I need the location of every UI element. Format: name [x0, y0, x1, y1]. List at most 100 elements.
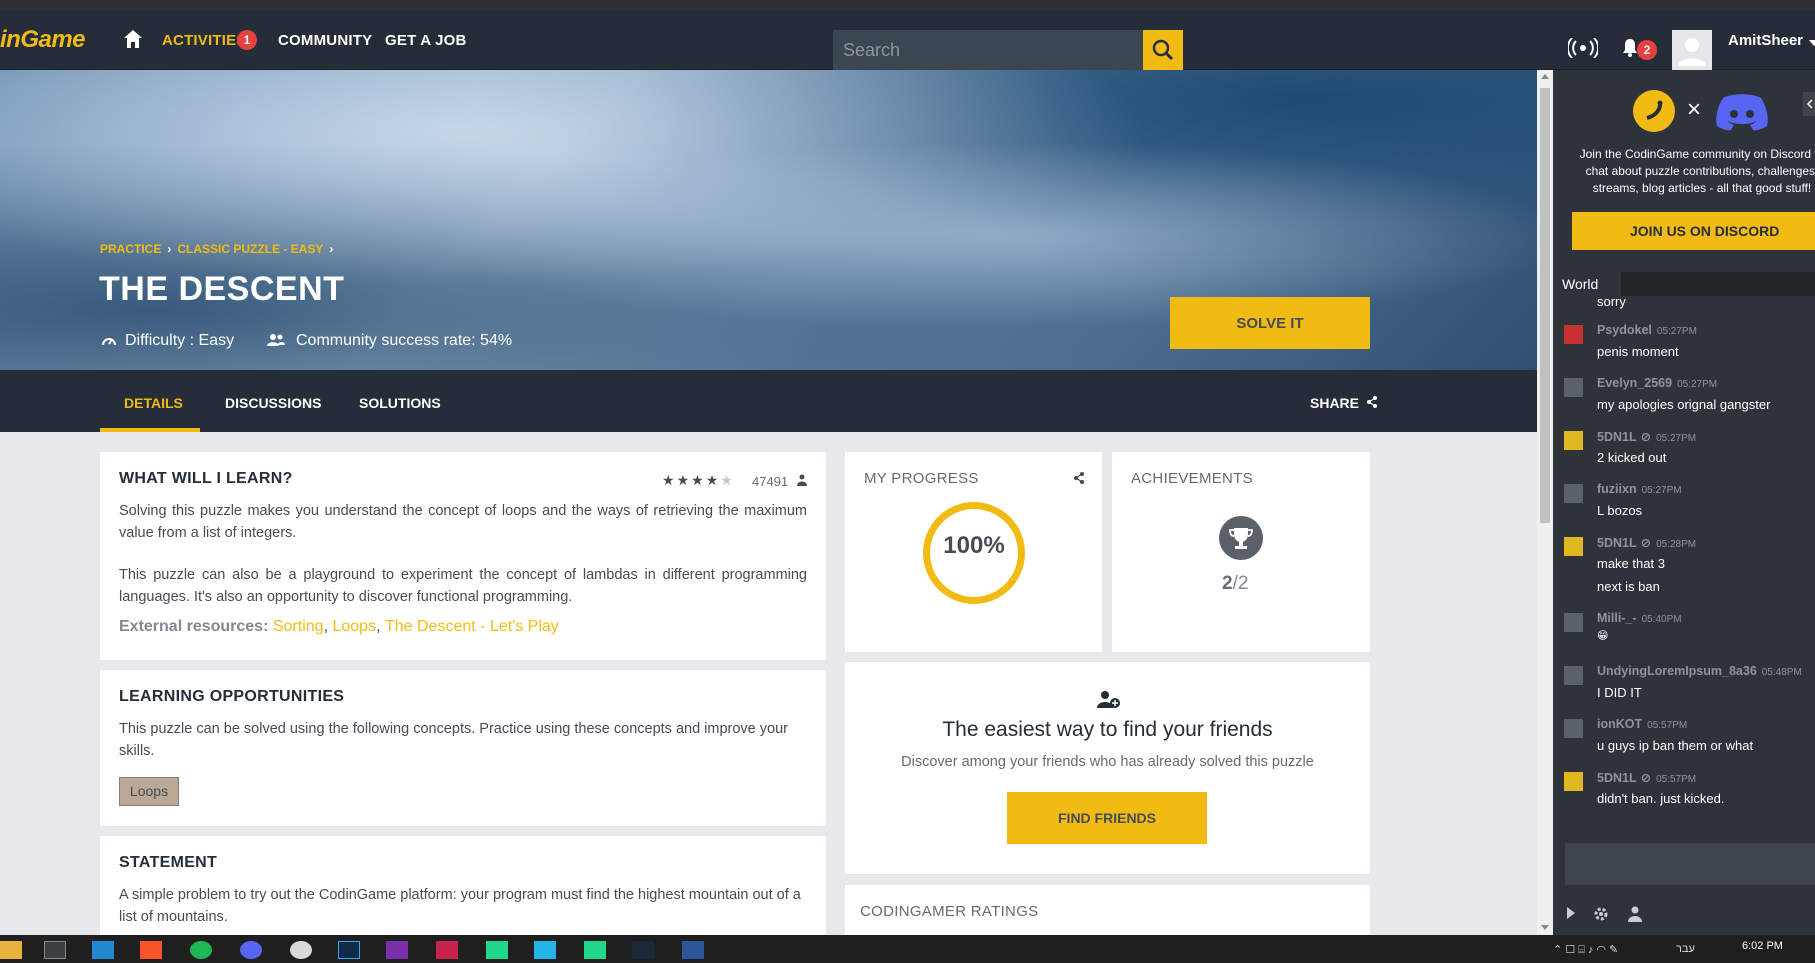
default-avatar-icon — [1678, 38, 1706, 66]
message-author[interactable]: fuziixn 05:27PM — [1597, 482, 1682, 496]
onenote-icon[interactable] — [386, 941, 408, 959]
difficulty-label: Difficulty : Easy — [125, 332, 235, 349]
webstorm-icon[interactable] — [534, 941, 556, 959]
message-author[interactable]: 5DN1L ⊘ 05:28PM — [1597, 535, 1696, 550]
chat-message-input[interactable] — [1565, 843, 1815, 885]
spotify-icon[interactable] — [190, 941, 212, 959]
settings-gear-icon[interactable] — [1593, 906, 1609, 922]
tab-details[interactable]: DETAILS — [124, 395, 183, 411]
trophy-icon[interactable] — [1219, 516, 1263, 560]
message-time: 05:27PM — [1641, 485, 1682, 496]
achievements-card: ACHIEVEMENTS 2/2 — [1112, 452, 1370, 652]
activities-badge: 1 — [237, 30, 257, 50]
intellij-icon[interactable] — [436, 941, 458, 959]
learn-title: WHAT WILL I LEARN? — [119, 470, 293, 487]
my-progress-card: MY PROGRESS 100% — [845, 452, 1102, 652]
avatar[interactable] — [1564, 772, 1583, 791]
nav-community[interactable]: COMMUNITY — [278, 32, 372, 49]
statement-card: STATEMENT A simple problem to try out th… — [100, 836, 826, 936]
tab-world[interactable]: World — [1553, 272, 1621, 296]
avatar[interactable] — [1564, 719, 1583, 738]
message-text: 2 kicked out — [1597, 450, 1667, 465]
moderator-badge-icon: ⊘ — [1640, 430, 1652, 444]
star-icon: ★ — [705, 472, 721, 488]
nav-get-a-job[interactable]: GET A JOB — [385, 32, 467, 49]
live-streams-icon[interactable] — [1568, 38, 1598, 58]
message-time: 05:27PM — [1677, 379, 1718, 390]
message-author[interactable]: 5DN1L ⊘ 05:57PM — [1597, 770, 1696, 785]
codingame-logo[interactable]: inGame — [0, 26, 86, 54]
terminal-icon[interactable] — [44, 941, 66, 959]
steam-icon[interactable] — [632, 941, 654, 959]
search-button[interactable] — [1143, 30, 1183, 70]
moderator-badge-icon: ⊘ — [1640, 771, 1652, 785]
photoshop-icon[interactable] — [338, 941, 360, 959]
page-scrollbar[interactable] — [1537, 70, 1553, 935]
chevron-down-icon[interactable] — [1809, 40, 1815, 46]
join-discord-button[interactable]: JOIN US ON DISCORD — [1572, 212, 1815, 250]
clion-icon[interactable] — [486, 941, 508, 959]
home-icon[interactable] — [122, 28, 144, 50]
breadcrumb-practice[interactable]: PRACTICE — [100, 242, 161, 256]
message-author[interactable]: UndyingLoremIpsum_8a36 05:48PM — [1597, 664, 1802, 678]
discord-icon[interactable] — [240, 941, 262, 959]
message-author[interactable]: ionKOT 05:57PM — [1597, 717, 1687, 731]
message-text: L bozos — [1597, 503, 1643, 518]
star-empty-icon: ★ — [720, 472, 735, 488]
word-icon[interactable] — [682, 941, 704, 959]
tab-solutions[interactable]: SOLUTIONS — [359, 395, 441, 411]
avatar[interactable] — [1564, 666, 1583, 685]
star-icon: ★ — [676, 472, 692, 488]
avatar[interactable] — [1564, 613, 1583, 632]
message-text: sorry — [1597, 296, 1626, 309]
scrollbar-thumb[interactable] — [1540, 88, 1550, 523]
external-resources-label: External resources: — [119, 618, 269, 635]
user-avatar[interactable] — [1672, 30, 1712, 70]
message-author[interactable]: Evelyn_2569 05:27PM — [1597, 376, 1717, 390]
message-author[interactable]: Psydokel 05:27PM — [1597, 323, 1697, 337]
find-friends-button[interactable]: FIND FRIENDS — [1007, 792, 1207, 844]
scroll-up-arrow-icon[interactable] — [1541, 74, 1549, 79]
concept-tag-loops[interactable]: Loops — [119, 777, 179, 806]
input-language[interactable]: עבר — [1676, 943, 1695, 955]
puzzle-hero-banner: PRACTICE › CLASSIC PUZZLE - EASY › THE DESC… — [0, 70, 1537, 370]
avatar[interactable] — [1564, 325, 1583, 344]
nav-activities[interactable]: ACTIVITIES — [162, 32, 247, 49]
username-label[interactable]: AmitSheer — [1728, 32, 1803, 49]
clock[interactable]: 6:02 PM — [1742, 940, 1783, 952]
notifications-bell-icon[interactable] — [1622, 38, 1638, 58]
avatar[interactable] — [1564, 537, 1583, 556]
share-icon[interactable] — [1073, 472, 1085, 484]
message-author[interactable]: 5DN1L ⊘ 05:27PM — [1597, 429, 1696, 444]
share-button[interactable]: SHARE — [1310, 395, 1378, 411]
user-icon[interactable] — [1628, 906, 1642, 922]
pycharm-icon[interactable] — [584, 941, 606, 959]
breadcrumb-classic-puzzle[interactable]: CLASSIC PUZZLE - EASY — [177, 242, 323, 256]
message-text: didn't ban. just kicked. — [1597, 791, 1725, 806]
chat-panel: × Join the CodinGame community on Discor… — [1553, 70, 1815, 935]
link-sorting[interactable]: Sorting — [273, 618, 324, 635]
app-icon[interactable] — [290, 941, 312, 959]
message-time: 05:57PM — [1647, 720, 1688, 731]
scroll-down-arrow-icon[interactable] — [1541, 925, 1549, 930]
file-explorer-icon[interactable] — [0, 941, 22, 959]
avatar[interactable] — [1564, 378, 1583, 397]
message-time: 05:27PM — [1656, 326, 1697, 337]
message-author[interactable]: Milli-_- 05:40PM — [1597, 611, 1682, 625]
link-loops[interactable]: Loops — [332, 618, 376, 635]
avatar[interactable] — [1564, 484, 1583, 503]
notifications-badge: 2 — [1637, 40, 1657, 60]
what-will-i-learn-card: WHAT WILL I LEARN? ★★★★★ 47491 Solving t… — [100, 452, 826, 660]
link-lets-play[interactable]: The Descent - Let's Play — [385, 618, 559, 635]
search-input[interactable] — [833, 30, 1143, 70]
solve-it-button[interactable]: SOLVE IT — [1170, 297, 1370, 349]
play-icon[interactable] — [1565, 906, 1577, 920]
avatar[interactable] — [1564, 431, 1583, 450]
tray-icons[interactable]: ⌃ ☐ ⌸ ♪ ◠ ✎ — [1553, 943, 1618, 957]
tab-discussions[interactable]: DISCUSSIONS — [225, 395, 321, 411]
collapse-chat-button[interactable] — [1803, 92, 1815, 116]
user-icon — [797, 474, 807, 486]
brave-browser-icon[interactable] — [140, 941, 162, 959]
vscode-icon[interactable] — [92, 941, 114, 959]
success-rate: Community success rate: 54% — [266, 332, 512, 350]
